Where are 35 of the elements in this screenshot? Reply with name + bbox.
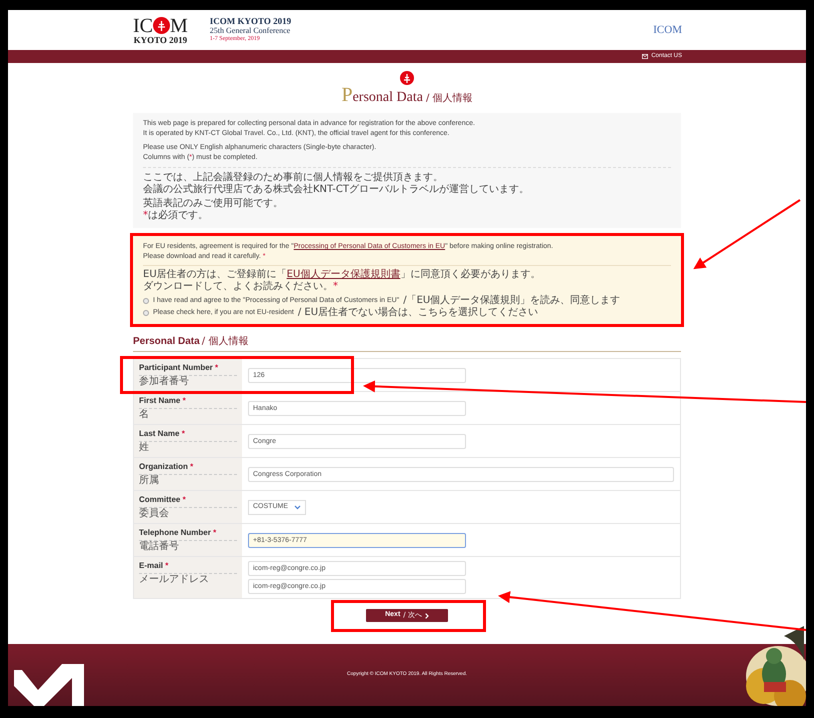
field-label-japanese: 姓 [139, 442, 150, 454]
partner-logo: ICOM [653, 22, 682, 38]
field-label-japanese: メールアドレス [139, 574, 210, 586]
conference-subtitle: 25th General Conference [210, 26, 292, 34]
intro-japanese-text: *は必須です。 [143, 210, 209, 222]
intro-japanese-text: 英語表記のみご使用可能です。 [143, 198, 284, 210]
logo-subtext: KYOTO 2019 [134, 36, 188, 44]
field-label-japanese: 名 [139, 409, 150, 421]
field-label: Participant Number * [139, 362, 237, 376]
intro-japanese-text: ここでは、上記会議登録のため事前に個人情報をご提供頂きます。 [143, 172, 444, 184]
logo-mark-icon [14, 664, 86, 706]
eu-document-link[interactable]: EU個人データ保護規則書 [286, 269, 400, 280]
chevron-right-icon [424, 612, 429, 618]
logo-text: IC [133, 16, 153, 36]
page-title: Personal Data / 個人情報 [341, 85, 473, 108]
section-title: Personal Data / 個人情報 [133, 334, 250, 349]
eu-notice-japanese-text: EU居住者の方は、ご登録前に「EU個人データ保護規則書」に同意頂く必要があります。 [143, 269, 542, 280]
field-label-japanese: 所属 [139, 475, 160, 487]
field-label-japanese: 委員会 [139, 508, 170, 520]
eu-notice-japanese-text: ダウンロードして、よくお読みください。* [143, 281, 339, 293]
field-label: Committee * [139, 494, 237, 508]
conference-title: ICOM KYOTO 2019 [210, 16, 292, 26]
field-label-japanese: 参加者番号 [139, 376, 190, 388]
intro-japanese-text: 会議の公式旅行代理店である株式会社KNT-CTグローバルトラベルが運営しています。 [143, 184, 530, 196]
logo-text: M [170, 16, 188, 36]
logo-circle-icon [153, 17, 170, 34]
field-label-japanese: 電話番号 [139, 541, 180, 553]
field-label: First Name * [139, 395, 237, 409]
field-label: Organization * [139, 461, 237, 475]
field-label: Last Name * [139, 428, 237, 442]
chevron-down-icon [294, 504, 301, 510]
field-label: Telephone Number * [139, 527, 237, 541]
mail-icon [642, 54, 648, 59]
pagoda-emblem-icon [400, 71, 414, 85]
field-label: E-mail * [139, 560, 237, 574]
